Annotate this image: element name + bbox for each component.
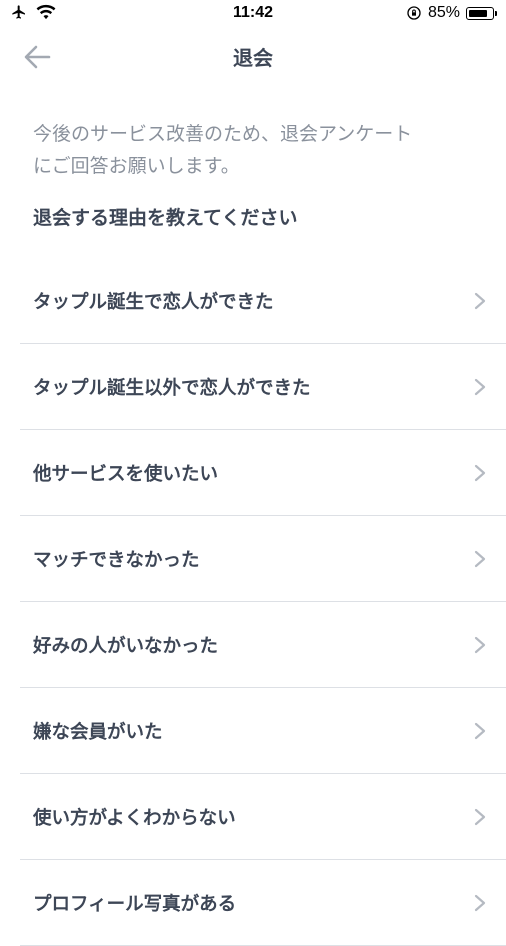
- reason-item[interactable]: 使い方がよくわからない: [20, 774, 506, 860]
- reason-label: タップル誕生で恋人ができた: [33, 292, 274, 313]
- chevron-right-icon: [474, 292, 486, 310]
- reason-item[interactable]: マッチできなかった: [20, 516, 506, 602]
- orientation-lock-icon: [407, 6, 421, 20]
- reason-label: 嫌な会員がいた: [33, 722, 163, 743]
- section-label: 退会する理由を教えてください: [33, 207, 298, 229]
- reason-label: タップル誕生以外で恋人ができた: [33, 378, 311, 399]
- reason-item[interactable]: タップル誕生以外で恋人ができた: [20, 344, 506, 430]
- battery-percent: 85%: [427, 4, 460, 21]
- chevron-right-icon: [474, 894, 486, 912]
- reason-item[interactable]: プロフィール写真がある: [20, 860, 506, 946]
- chevron-right-icon: [474, 550, 486, 568]
- chevron-right-icon: [474, 464, 486, 482]
- chevron-right-icon: [474, 378, 486, 396]
- reason-item[interactable]: 嫌な会員がいた: [20, 688, 506, 774]
- page-title: 退会: [233, 46, 273, 70]
- reason-list: タップル誕生で恋人ができた タップル誕生以外で恋人ができた 他サービスを使いたい…: [20, 258, 506, 946]
- status-right: 85%: [406, 4, 497, 22]
- chevron-right-icon: [474, 636, 486, 654]
- status-bar: 11:42 85%: [0, 0, 506, 30]
- reason-item[interactable]: 好みの人がいなかった: [20, 602, 506, 688]
- chevron-right-icon: [474, 722, 486, 740]
- nav-bar: 退会: [0, 30, 506, 82]
- battery-nub: [495, 10, 497, 16]
- reason-label: 好みの人がいなかった: [33, 636, 219, 657]
- reason-label: 使い方がよくわからない: [33, 808, 236, 829]
- battery-icon: [466, 6, 497, 20]
- intro-text: 今後のサービス改善のため、退会アンケート にご回答お願いします。: [33, 118, 483, 182]
- intro-line-1: 今後のサービス改善のため、退会アンケート: [33, 123, 413, 145]
- battery-fill: [469, 9, 487, 17]
- reason-label: プロフィール写真がある: [33, 894, 237, 915]
- reason-item[interactable]: タップル誕生で恋人ができた: [20, 258, 506, 344]
- reason-label: マッチできなかった: [33, 550, 200, 571]
- reason-label: 他サービスを使いたい: [33, 464, 219, 485]
- chevron-right-icon: [474, 808, 486, 826]
- reason-item[interactable]: 他サービスを使いたい: [20, 430, 506, 516]
- intro-line-2: にご回答お願いします。: [33, 155, 240, 177]
